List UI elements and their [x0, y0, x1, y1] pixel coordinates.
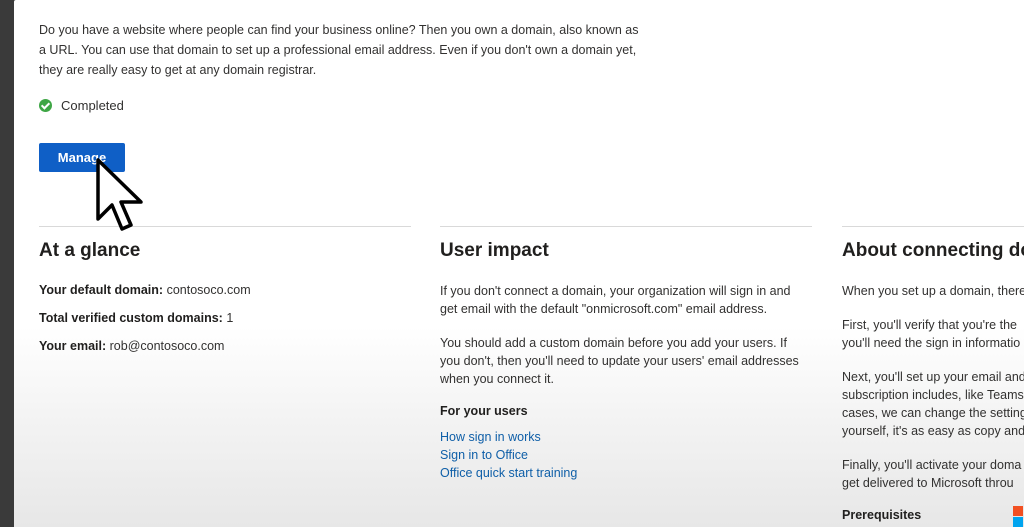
about-paragraph: Finally, you'll activate your doma get d… — [842, 456, 1024, 492]
about-line: yourself, it's as easy as copy and — [842, 424, 1024, 438]
status-label: Completed — [61, 98, 124, 113]
about-connecting-title: About connecting do — [842, 240, 1024, 261]
user-impact-section: User impact If you don't connect a domai… — [440, 226, 812, 482]
verified-domains-row: Total verified custom domains: 1 — [39, 310, 411, 327]
how-sign-in-works-link[interactable]: How sign in works — [440, 428, 812, 446]
for-your-users-heading: For your users — [440, 404, 528, 418]
mouse-pointer-icon — [96, 158, 143, 231]
microsoft-logo-icon — [1013, 506, 1024, 527]
about-line: cases, we can change the setting — [842, 406, 1024, 420]
verified-domains-value: 1 — [226, 311, 234, 325]
about-paragraph: Next, you'll set up your email and subsc… — [842, 368, 1024, 440]
about-line: Finally, you'll activate your doma — [842, 458, 1022, 472]
at-a-glance-title: At a glance — [39, 240, 141, 261]
user-impact-title: User impact — [440, 240, 549, 261]
about-paragraph: When you set up a domain, there — [842, 282, 1024, 300]
about-line: get delivered to Microsoft throu — [842, 476, 1014, 490]
prerequisites-heading: Prerequisites — [842, 508, 922, 522]
about-line: First, you'll verify that you're the — [842, 318, 1017, 332]
office-quick-start-link[interactable]: Office quick start training — [440, 464, 812, 482]
email-row: Your email: rob@contosoco.com — [39, 338, 411, 355]
section-divider — [440, 226, 812, 227]
user-impact-paragraph: You should add a custom domain before yo… — [440, 336, 799, 386]
about-line: you'll need the sign in informatio — [842, 336, 1021, 350]
default-domain-label: Your default domain: — [39, 283, 164, 297]
intro-text: Do you have a website where people can f… — [39, 23, 639, 77]
verified-domains-label: Total verified custom domains: — [39, 311, 223, 325]
section-divider — [842, 226, 1024, 227]
about-line: subscription includes, like Teams — [842, 388, 1024, 402]
sign-in-to-office-link[interactable]: Sign in to Office — [440, 446, 812, 464]
default-domain-value: contosoco.com — [166, 283, 251, 297]
check-circle-icon — [39, 99, 52, 112]
default-domain-row: Your default domain: contosoco.com — [39, 282, 411, 299]
email-value: rob@contosoco.com — [109, 339, 225, 353]
at-a-glance-section: At a glance Your default domain: contoso… — [39, 226, 411, 366]
main-content: Do you have a website where people can f… — [14, 0, 1024, 527]
about-paragraph: First, you'll verify that you're the you… — [842, 316, 1024, 352]
about-line: Next, you'll set up your email and — [842, 370, 1024, 384]
about-line: When you set up a domain, there — [842, 284, 1024, 298]
about-connecting-section: About connecting do When you set up a do… — [842, 226, 1024, 527]
email-label: Your email: — [39, 339, 107, 353]
status-completed: Completed — [39, 98, 124, 113]
user-impact-paragraph: If you don't connect a domain, your orga… — [440, 284, 791, 316]
